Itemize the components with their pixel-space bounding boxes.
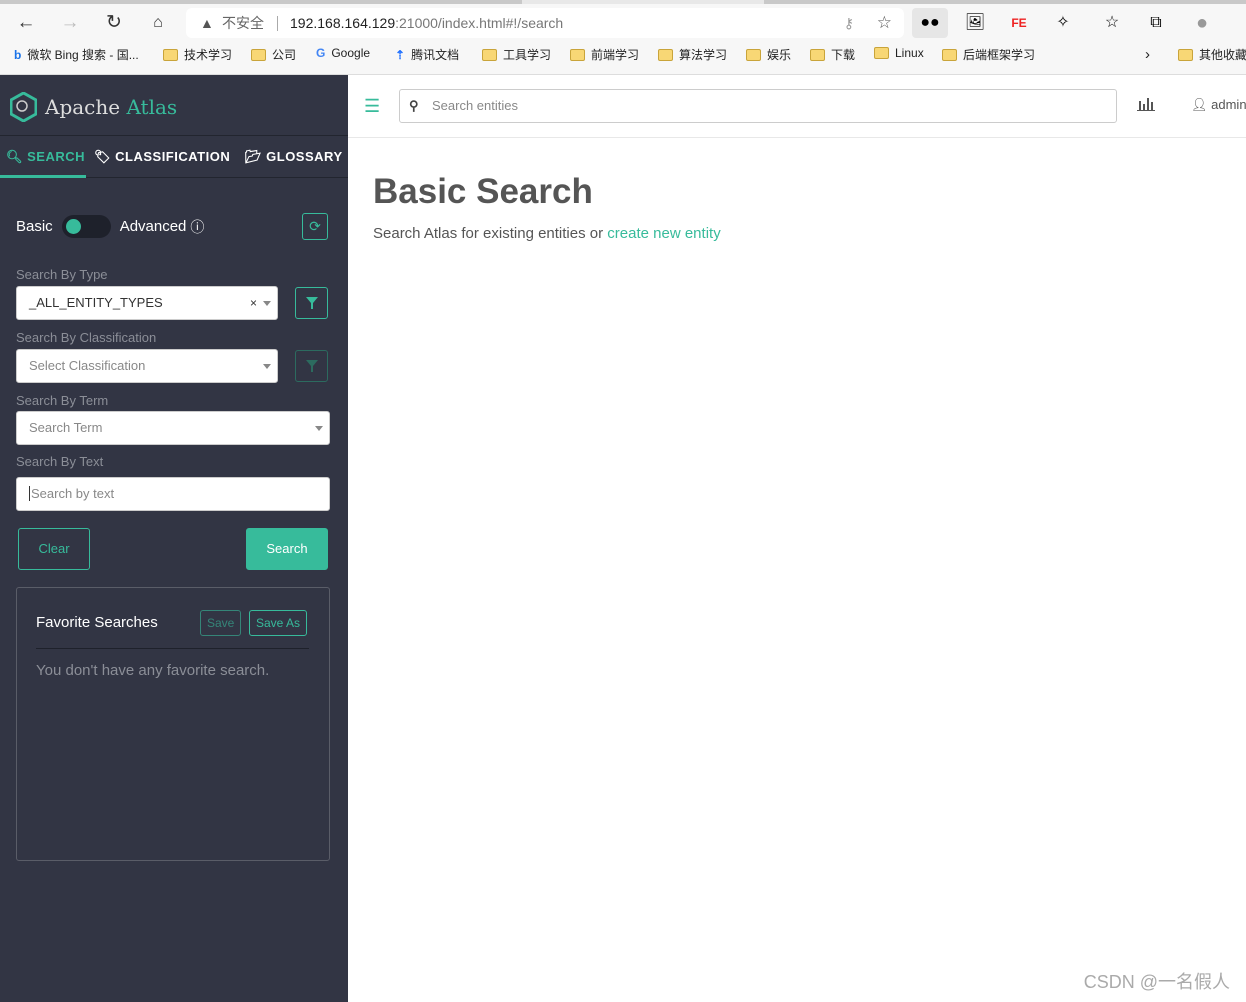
top-bar: ☰ ⚲ Search entities 👤︎ admin (348, 75, 1246, 138)
classification-filter-button[interactable] (295, 350, 328, 382)
key-icon[interactable]: ⚷ (844, 8, 854, 38)
hamburger-menu-icon[interactable]: ☰ (364, 96, 380, 117)
clear-button[interactable]: Clear (18, 528, 90, 570)
bookmark[interactable]: 前端学习 (570, 46, 639, 63)
browser-chrome: ← → ↻ ⌂ ▲ 不安全 192.168.164.129:21000/inde… (0, 0, 1246, 75)
favorites-empty-message: You don't have any favorite search. (36, 662, 270, 679)
search-icon: ⚲ (409, 98, 419, 113)
search-mode-toggle-row: Basic Advanced ⓘ (16, 215, 204, 238)
page-title: Basic Search (373, 172, 593, 211)
folder-icon (482, 48, 497, 61)
collections-icon[interactable]: ⧉ (1138, 8, 1174, 38)
create-entity-link[interactable]: create new entity (607, 225, 720, 242)
page-subtitle: Search Atlas for existing entities or cr… (373, 225, 721, 242)
address-bar[interactable]: ▲ 不安全 192.168.164.129:21000/index.html#!… (186, 8, 904, 38)
help-icon[interactable]: ⓘ (190, 217, 204, 237)
user-menu[interactable]: 👤︎ admin (1191, 97, 1246, 113)
chevron-down-icon (263, 364, 271, 369)
basic-advanced-switch[interactable] (61, 215, 111, 238)
term-select[interactable]: Search Term (16, 411, 330, 445)
classification-label: Search By Classification (16, 330, 157, 345)
favorites-icon[interactable]: ☆ (1094, 8, 1130, 38)
google-icon: G (316, 46, 326, 60)
logo[interactable]: Apache Atlas (10, 92, 177, 122)
search-button[interactable]: Search (246, 528, 328, 570)
bookmark[interactable]: 下载 (810, 46, 855, 63)
bookmark[interactable]: ⇡ 腾讯文档 (395, 46, 459, 63)
extension-icon[interactable]: ●● (912, 8, 948, 38)
back-button[interactable]: ← (11, 8, 41, 38)
more-bookmarks-chevron-icon[interactable]: › (1145, 46, 1150, 63)
tencent-docs-icon: ⇡ (395, 47, 406, 62)
bookmark[interactable]: 技术学习 (163, 46, 232, 63)
folder-icon (874, 47, 889, 59)
user-icon: 👤︎ (1191, 97, 1208, 112)
text-search-input[interactable]: Search by text (16, 477, 330, 511)
favorites-title: Favorite Searches (36, 614, 158, 631)
bookmark[interactable]: 娱乐 (746, 46, 791, 63)
filter-icon (305, 297, 318, 309)
basic-label: Basic (16, 218, 53, 235)
sidebar: Apache Atlas 🔍︎ SEARCH 🏷︎ CLASSIFICATION… (0, 75, 348, 1002)
tab-strip (0, 0, 1246, 4)
save-button[interactable]: Save (200, 610, 242, 636)
type-select[interactable]: _ALL_ENTITY_TYPES × (16, 286, 278, 320)
tags-icon: 🏷︎ (94, 149, 112, 164)
term-label: Search By Term (16, 393, 109, 408)
search-icon: 🔍︎ (6, 149, 24, 164)
fe-extension-icon[interactable]: FE (1001, 8, 1037, 38)
refresh-button[interactable]: ⟳ (302, 213, 328, 240)
filter-icon (305, 360, 318, 372)
warning-icon: ▲ (200, 15, 214, 31)
tab-search[interactable]: 🔍︎ SEARCH (0, 136, 86, 178)
type-label: Search By Type (16, 267, 108, 282)
watermark: CSDN @一名假人 (1083, 972, 1230, 992)
folder-icon (1178, 48, 1193, 61)
tab-classification[interactable]: 🏷︎ CLASSIFICATION (94, 136, 230, 178)
folder-icon (810, 48, 825, 61)
favorite-searches-panel: Favorite Searches Save Save As You don't… (16, 587, 330, 861)
reload-button[interactable]: ↻ (99, 8, 129, 38)
extensions-puzzle-icon[interactable]: ✧ (1045, 8, 1081, 38)
text-label: Search By Text (16, 454, 104, 469)
tab-glossary[interactable]: 📂︎ GLOSSARY (245, 136, 343, 178)
save-as-button[interactable]: Save As (249, 610, 308, 636)
folder-icon (251, 48, 266, 61)
type-filter-button[interactable] (295, 287, 328, 319)
bookmark[interactable]: 后端框架学习 (942, 46, 1035, 63)
folder-open-icon: 📂︎ (245, 149, 263, 164)
profile-avatar-icon[interactable]: ● (1184, 8, 1220, 38)
chevron-down-icon (263, 301, 271, 306)
forward-button[interactable]: → (55, 8, 85, 38)
extension-icon[interactable]: 🖼 (957, 8, 993, 38)
statistics-icon[interactable] (1136, 95, 1156, 116)
home-button[interactable]: ⌂ (143, 8, 173, 38)
bookmark[interactable]: 工具学习 (482, 46, 551, 63)
bookmark[interactable]: G Google (316, 46, 370, 60)
advanced-label: Advanced (119, 218, 187, 235)
classification-select[interactable]: Select Classification (16, 349, 278, 383)
bookmark[interactable]: b 微软 Bing 搜索 - 国... (14, 46, 139, 63)
bookmark[interactable]: 公司 (251, 46, 296, 63)
add-favorite-icon[interactable]: ☆ (877, 8, 892, 38)
bookmark[interactable]: 算法学习 (658, 46, 727, 63)
clear-icon[interactable]: × (250, 287, 257, 319)
folder-icon (658, 48, 673, 61)
folder-icon (570, 48, 585, 61)
url-text: 192.168.164.129:21000/index.html#!/searc… (290, 15, 564, 31)
other-bookmarks[interactable]: 其他收藏 (1178, 46, 1246, 63)
global-search-input[interactable]: ⚲ Search entities (399, 89, 1117, 123)
bing-icon: b (14, 47, 22, 62)
folder-icon (163, 48, 178, 61)
atlas-logo-icon (10, 92, 37, 122)
insecure-label: 不安全 (222, 15, 264, 31)
sidebar-tabs: 🔍︎ SEARCH 🏷︎ CLASSIFICATION 📂︎ GLOSSARY (0, 136, 348, 178)
chevron-down-icon (315, 426, 323, 431)
folder-icon (942, 48, 957, 61)
bookmark[interactable]: Linux (874, 46, 924, 60)
folder-icon (746, 48, 761, 61)
